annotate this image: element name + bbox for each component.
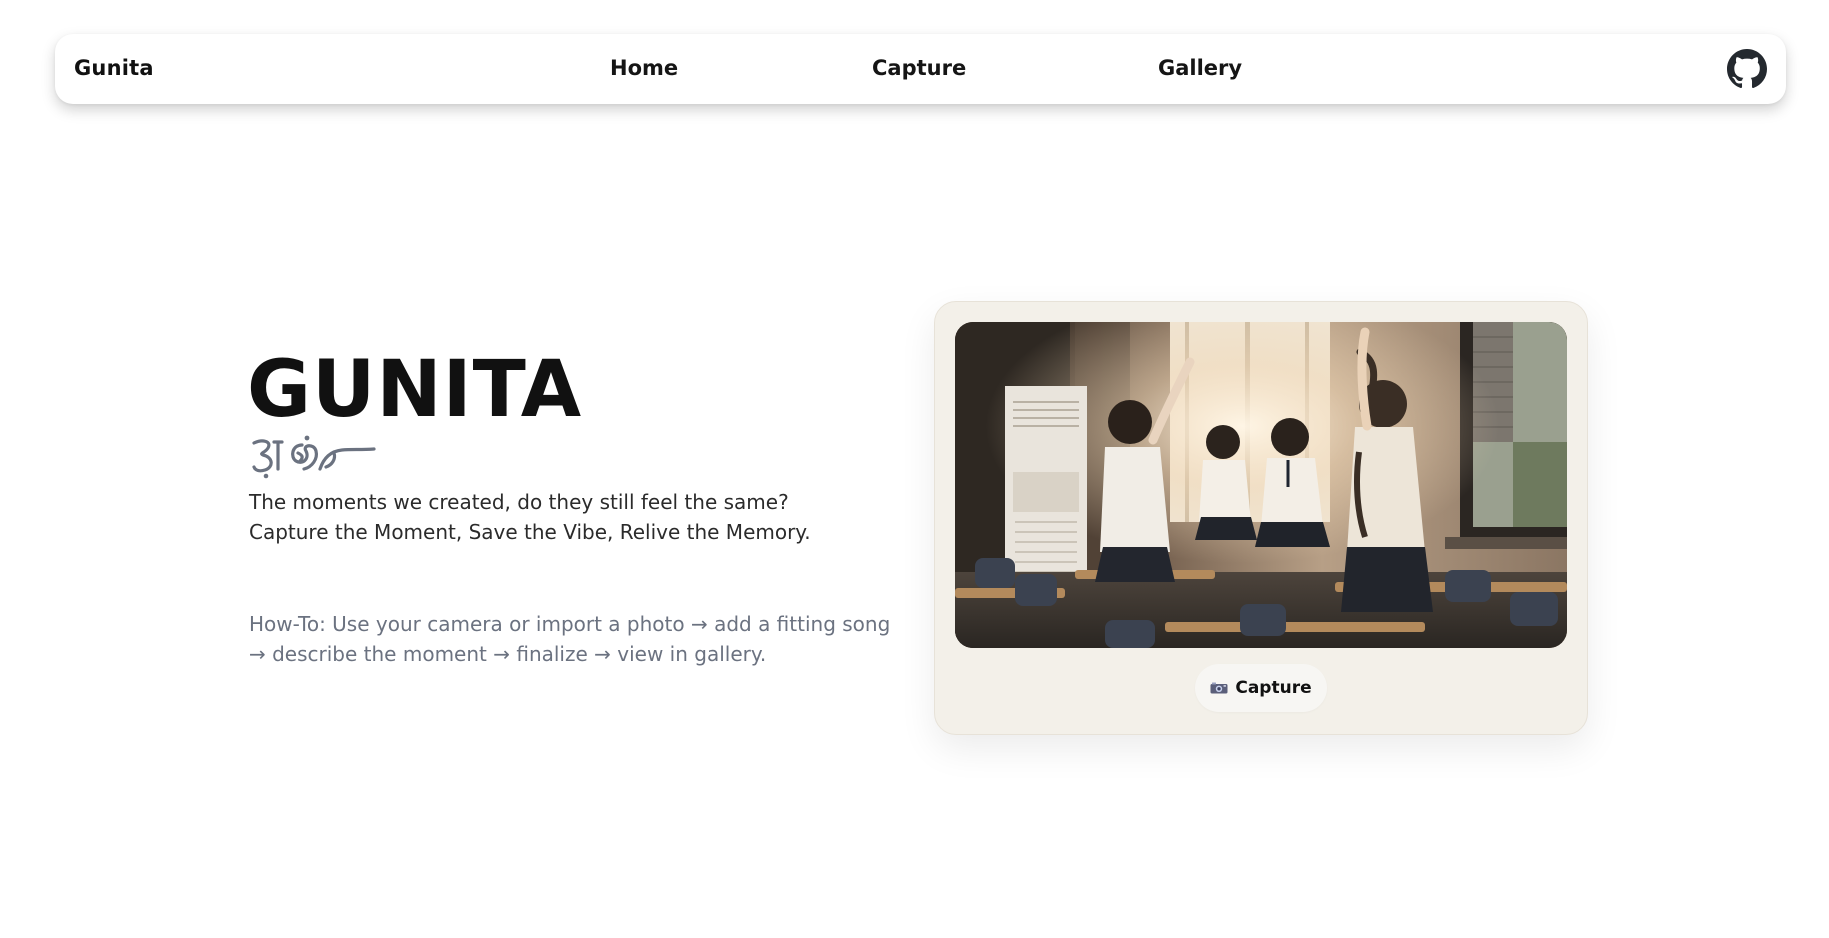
- github-icon[interactable]: [1727, 49, 1767, 89]
- hero-tagline: The moments we created, do they still fe…: [249, 487, 811, 547]
- camera-icon: [1210, 682, 1228, 694]
- github-icon-glyph: [1727, 49, 1767, 89]
- tagline-line-1: The moments we created, do they still fe…: [249, 490, 789, 514]
- baybayin-script-mark: [252, 435, 376, 479]
- classroom-photo-illustration: [955, 322, 1567, 648]
- howto-instructions: How-To: Use your camera or import a phot…: [249, 609, 890, 669]
- brand-logo[interactable]: Gunita: [74, 56, 154, 80]
- howto-line-2: → describe the moment → finalize → view …: [249, 642, 767, 666]
- hero-title: GUNITA: [247, 345, 583, 435]
- capture-button[interactable]: Capture: [1195, 664, 1327, 712]
- nav-gallery-link[interactable]: Gallery: [1158, 56, 1242, 80]
- capture-button-label: Capture: [1235, 678, 1312, 698]
- tagline-line-2: Capture the Moment, Save the Vibe, Reliv…: [249, 520, 811, 544]
- top-navbar: Gunita Home Capture Gallery: [55, 34, 1786, 104]
- nav-capture-link[interactable]: Capture: [872, 56, 966, 80]
- nav-home-link[interactable]: Home: [610, 56, 678, 80]
- howto-line-1: How-To: Use your camera or import a phot…: [249, 612, 891, 636]
- hero-card: Capture: [934, 301, 1588, 735]
- hero-photo: [955, 322, 1567, 648]
